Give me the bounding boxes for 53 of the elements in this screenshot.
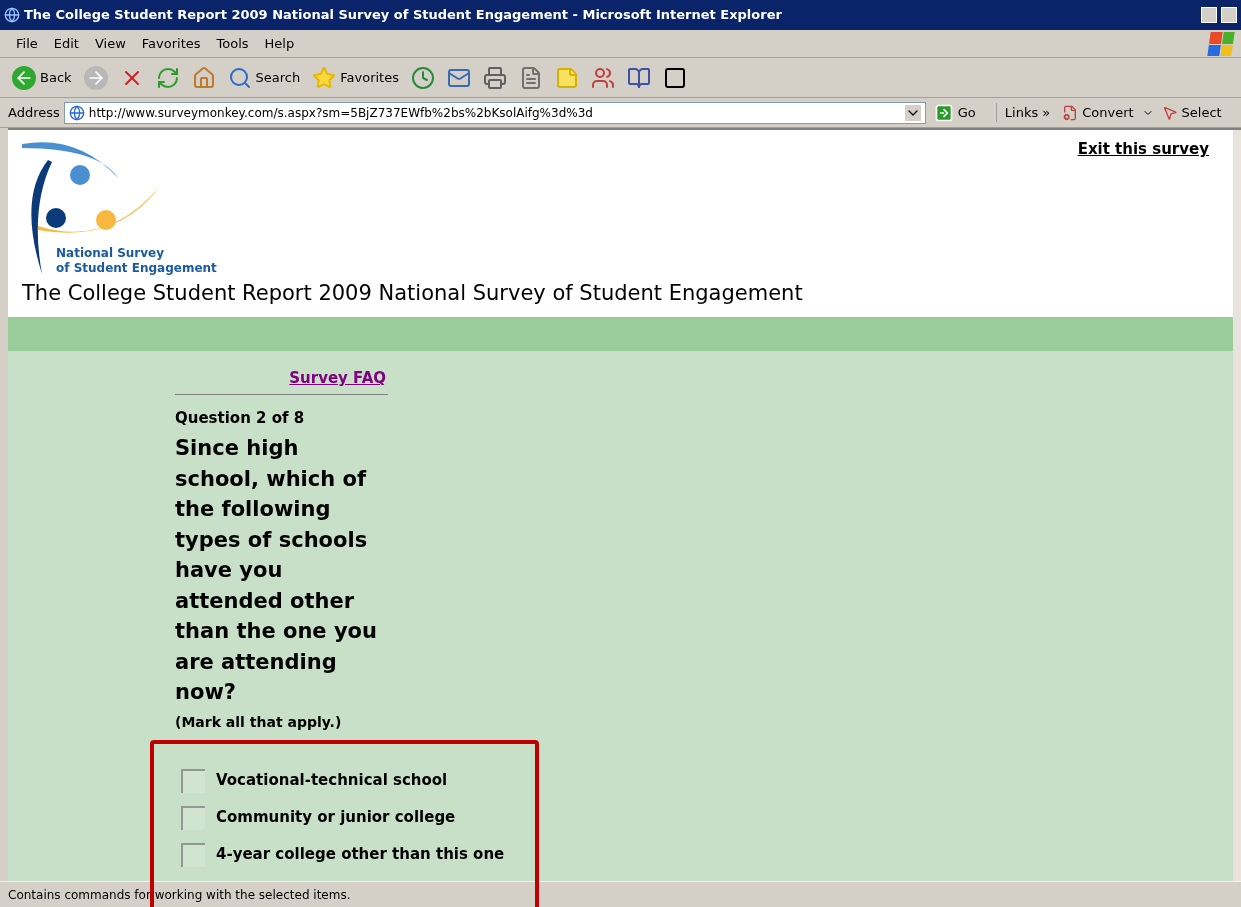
minimize-button[interactable] <box>1201 7 1217 23</box>
forward-icon <box>83 65 108 90</box>
frame-icon <box>662 65 687 90</box>
dropdown-icon[interactable] <box>904 104 921 121</box>
menu-item[interactable]: View <box>86 33 134 54</box>
logo-text: of Student Engagement <box>56 261 217 276</box>
select-button[interactable]: Select <box>1157 102 1226 123</box>
people-icon <box>590 65 615 90</box>
toolbar-button[interactable]: Favorites <box>308 61 403 94</box>
restore-button[interactable] <box>1221 7 1237 23</box>
search-icon <box>227 65 252 90</box>
status-text: Contains commands for working with the selected items. <box>8 886 351 904</box>
faq-link[interactable]: Survey FAQ <box>289 367 386 390</box>
note-icon <box>554 65 579 90</box>
convert-icon <box>1062 104 1079 121</box>
page-icon <box>68 104 85 121</box>
star-icon <box>312 65 337 90</box>
windows-logo-icon <box>1207 31 1235 56</box>
menu-item[interactable]: Tools <box>208 33 257 54</box>
checkbox[interactable] <box>181 842 205 867</box>
menu-item[interactable]: Favorites <box>133 33 209 54</box>
question-number: Question 2 of 8 <box>175 407 306 429</box>
menu-item[interactable]: File <box>8 33 46 54</box>
convert-button[interactable]: Convert <box>1058 102 1138 123</box>
option-label[interactable]: 4-year college other than this one <box>216 843 505 866</box>
survey-title: The College Student Report 2009 National Survey of Student Engagement <box>21 280 804 307</box>
chevron-text[interactable]: » <box>1042 102 1051 123</box>
exit-survey-link[interactable]: Exit this survey <box>1077 138 1209 161</box>
history-icon <box>410 65 435 90</box>
logo-text: National Survey <box>56 246 166 261</box>
address-label: Address <box>8 103 60 122</box>
toolbar-button[interactable]: Search <box>223 61 305 94</box>
address-field[interactable]: http://www.surveymonkey.com/s.aspx?sm=5BjZ737EWfb%2bs%2bKsolAifg%3d%3d <box>63 101 926 124</box>
toolbar-button[interactable]: Back <box>8 61 76 94</box>
select-icon <box>1161 104 1178 121</box>
go-icon <box>933 102 954 123</box>
question-text: Since high school, which of the following types of schools have you attended other than the one you are attending now? <box>175 435 378 706</box>
instruction-text: (Mark all that apply.) <box>175 712 343 732</box>
browser-icon <box>4 7 20 23</box>
checkbox[interactable] <box>181 805 205 830</box>
print-icon <box>482 65 507 90</box>
checkbox[interactable] <box>181 768 205 793</box>
book-icon <box>626 65 651 90</box>
menu-item[interactable]: Help <box>256 33 303 54</box>
option-label[interactable]: Community or junior college <box>216 806 456 829</box>
refresh-icon <box>155 65 180 90</box>
menu-item[interactable]: Edit <box>45 33 87 54</box>
go-button[interactable]: Go <box>929 102 980 123</box>
links-label[interactable]: Links <box>995 102 1039 123</box>
window-title: The College Student Report 2009 National Survey of Student Engagement - Microsoft Internet Explorer <box>24 6 783 25</box>
option-label[interactable]: Vocational-technical school <box>216 769 448 792</box>
back-icon <box>12 65 36 90</box>
home-icon <box>191 65 216 90</box>
